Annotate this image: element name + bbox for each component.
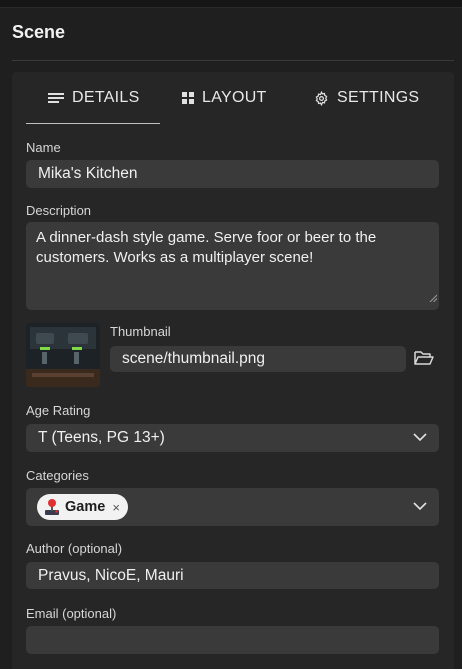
grid-icon bbox=[182, 92, 194, 104]
categories-label: Categories bbox=[26, 468, 89, 483]
resize-handle-icon[interactable] bbox=[429, 288, 438, 308]
author-value: Pravus, NicoE, Mauri bbox=[38, 566, 184, 584]
description-field[interactable]: A dinner-dash style game. Serve foor or … bbox=[26, 222, 439, 310]
description-value: A dinner-dash style game. Serve foor or … bbox=[36, 229, 377, 266]
thumbnail-label: Thumbnail bbox=[110, 324, 171, 339]
author-field[interactable]: Pravus, NicoE, Mauri bbox=[26, 562, 439, 589]
age-rating-value: T (Teens, PG 13+) bbox=[38, 429, 165, 446]
name-value: Mika's Kitchen bbox=[38, 165, 138, 182]
title-divider bbox=[12, 60, 454, 61]
email-field[interactable] bbox=[26, 626, 439, 654]
lines-icon bbox=[48, 91, 64, 105]
thumbnail-preview bbox=[26, 323, 100, 387]
tab-details[interactable]: DETAILS bbox=[26, 72, 160, 124]
name-label: Name bbox=[26, 140, 61, 155]
joystick-icon bbox=[43, 498, 61, 516]
tab-details-label: DETAILS bbox=[72, 89, 140, 106]
top-bar bbox=[0, 0, 462, 8]
description-label: Description bbox=[26, 203, 92, 218]
scene-panel: DETAILS LAYOUT SETTINGS Name Mika's Kitc… bbox=[12, 72, 454, 669]
name-field[interactable]: Mika's Kitchen bbox=[26, 160, 439, 188]
categories-select[interactable]: Game × bbox=[26, 488, 439, 526]
tab-layout-label: LAYOUT bbox=[202, 89, 267, 106]
tab-bar: DETAILS LAYOUT SETTINGS bbox=[26, 72, 446, 124]
age-rating-label: Age Rating bbox=[26, 403, 91, 418]
chevron-down-icon bbox=[413, 429, 427, 447]
chevron-down-icon bbox=[413, 498, 427, 516]
category-chip: Game × bbox=[37, 494, 128, 520]
panel-title: Scene bbox=[12, 22, 66, 42]
folder-open-icon[interactable] bbox=[414, 349, 434, 371]
category-chip-label: Game bbox=[65, 499, 106, 515]
tab-settings-label: SETTINGS bbox=[337, 89, 420, 106]
email-label: Email (optional) bbox=[26, 606, 117, 621]
tab-settings[interactable]: SETTINGS bbox=[314, 72, 419, 124]
author-label: Author (optional) bbox=[26, 541, 123, 556]
age-rating-select[interactable]: T (Teens, PG 13+) bbox=[26, 424, 439, 452]
remove-chip-icon[interactable]: × bbox=[112, 500, 120, 515]
gear-icon bbox=[314, 90, 329, 106]
thumbnail-path-field[interactable]: scene/thumbnail.png bbox=[110, 346, 406, 372]
tab-layout[interactable]: LAYOUT bbox=[182, 72, 267, 124]
thumbnail-path-value: scene/thumbnail.png bbox=[122, 350, 266, 367]
